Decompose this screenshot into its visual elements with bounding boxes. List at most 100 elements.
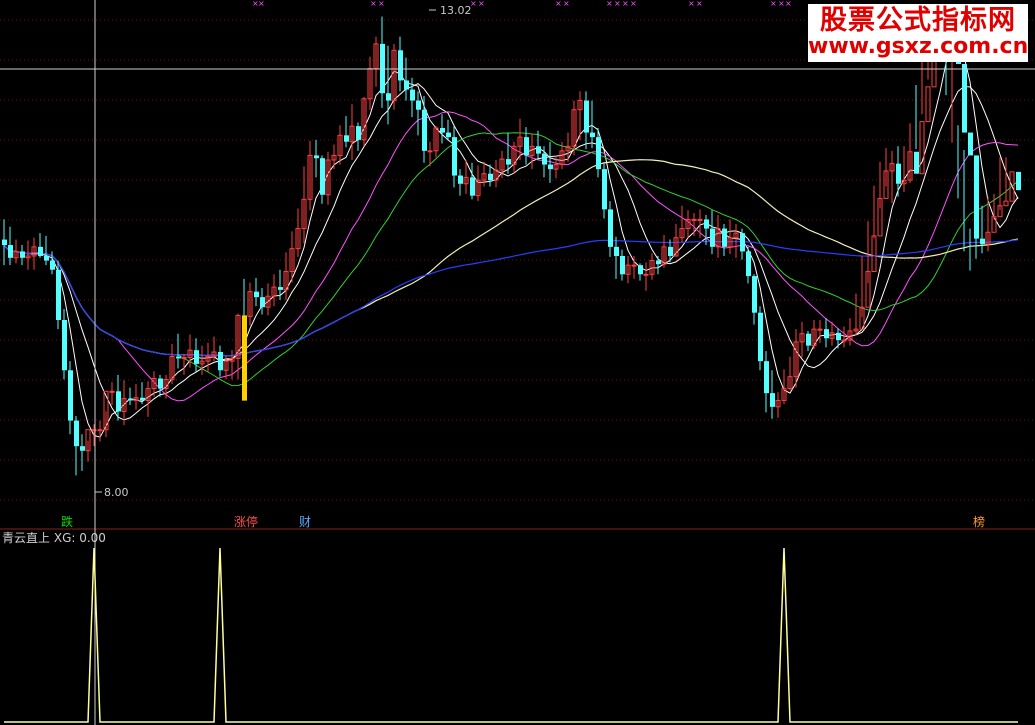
- candle-up: [919, 121, 925, 175]
- candle-down: [260, 297, 265, 308]
- moving-average-lines: [3, 39, 1019, 438]
- xg-line: [4, 547, 1018, 723]
- candle-down: [68, 370, 73, 421]
- candle-down: [422, 109, 427, 151]
- candle-down: [446, 132, 451, 138]
- candle-down: [314, 155, 319, 159]
- top-mark: ×: [622, 0, 629, 8]
- high-label: 13.02: [440, 4, 472, 17]
- candle-down: [536, 146, 541, 154]
- candle-down: [254, 291, 259, 298]
- candle-up: [97, 429, 103, 432]
- candle-down: [440, 128, 445, 133]
- candle-down: [506, 159, 511, 165]
- candle-down: [458, 175, 463, 184]
- candle-down: [194, 350, 199, 364]
- candle-down: [410, 89, 415, 101]
- top-mark: ×: [630, 0, 637, 8]
- ma30-line: [3, 132, 1019, 387]
- signal-candle: [242, 315, 247, 401]
- tag-die[interactable]: 跌: [60, 513, 74, 530]
- candle-down: [278, 287, 283, 290]
- candle-down: [128, 398, 133, 401]
- indicator-panel: [4, 547, 1018, 723]
- candle-down: [470, 177, 475, 196]
- candle-up: [631, 264, 637, 267]
- candle-up: [691, 218, 697, 221]
- top-marks: × × × × × × × × × × × × × × × × ×: [252, 0, 792, 8]
- stock-chart[interactable]: × × × × × × × × × × × × × × × × × 13.02 8.00: [0, 0, 1035, 725]
- candle-down: [140, 397, 145, 401]
- candle-up: [871, 235, 877, 273]
- top-mark: ×: [778, 0, 785, 8]
- watermark-url: www.gsxz.com.cn: [808, 34, 1029, 60]
- candle-down: [596, 137, 601, 170]
- candle-down: [56, 269, 61, 320]
- candle-down: [542, 153, 547, 165]
- candlestick-series: [2, 9, 1021, 476]
- top-mark: ×: [370, 0, 377, 8]
- top-mark: ×: [785, 0, 792, 8]
- tag-cai[interactable]: 财: [298, 513, 312, 530]
- candle-down: [836, 332, 841, 341]
- candle-down: [386, 93, 391, 101]
- ma60-line: [3, 159, 1019, 357]
- candle-down: [752, 276, 757, 313]
- low-label: 8.00: [104, 486, 129, 499]
- top-mark: ×: [258, 0, 265, 8]
- candle-up: [841, 339, 847, 342]
- candle-down: [74, 420, 79, 447]
- candle-down: [218, 352, 223, 371]
- candle-down: [38, 246, 43, 256]
- candle-up: [181, 356, 187, 359]
- candle-down: [614, 246, 619, 256]
- candle-down: [758, 312, 763, 362]
- candle-down: [404, 80, 409, 90]
- candle-up: [925, 86, 931, 123]
- candle-down: [824, 329, 829, 339]
- candle-down: [638, 265, 643, 275]
- candle-down: [746, 251, 751, 277]
- top-mark: ×: [688, 0, 695, 8]
- top-mark: ×: [555, 0, 562, 8]
- candle-down: [770, 393, 775, 407]
- candle-down: [20, 251, 25, 258]
- candle-up: [817, 328, 823, 331]
- candle-down: [704, 219, 709, 229]
- watermark-logo: 股票公式指标网 www.gsxz.com.cn: [808, 4, 1028, 62]
- candle-up: [1003, 200, 1009, 207]
- candle-down: [620, 256, 625, 275]
- candle-down: [62, 320, 67, 371]
- candle-down: [488, 173, 493, 181]
- top-mark: ×: [614, 0, 621, 8]
- indicator-name: 青云直上: [2, 531, 51, 545]
- candle-down: [962, 64, 967, 133]
- candle-down: [980, 238, 985, 245]
- top-mark: ×: [770, 0, 777, 8]
- candle-up: [427, 150, 433, 153]
- candle-down: [722, 228, 727, 247]
- candle-down: [710, 228, 715, 247]
- tag-bang[interactable]: 榜: [972, 513, 986, 530]
- candle-down: [44, 256, 49, 261]
- candle-down: [356, 126, 361, 140]
- candle-down: [416, 100, 421, 110]
- top-mark: ×: [478, 0, 485, 8]
- candle-up: [109, 390, 115, 393]
- top-mark: ×: [563, 0, 570, 8]
- top-mark: ×: [696, 0, 703, 8]
- candle-down: [974, 155, 979, 239]
- candle-down: [398, 50, 403, 81]
- indicator-value: XG: 0.00: [53, 531, 106, 545]
- candle-down: [320, 158, 325, 195]
- candle-down: [896, 163, 901, 184]
- candle-down: [80, 446, 85, 451]
- candle-down: [1016, 171, 1021, 191]
- candle-down: [524, 137, 529, 156]
- candle-down: [602, 169, 607, 210]
- price-annotations: 13.02 8.00: [95, 4, 472, 499]
- tag-zhangting[interactable]: 涨停: [233, 513, 259, 530]
- candle-down: [590, 132, 595, 138]
- top-mark: ×: [606, 0, 613, 8]
- top-mark: ×: [378, 0, 385, 8]
